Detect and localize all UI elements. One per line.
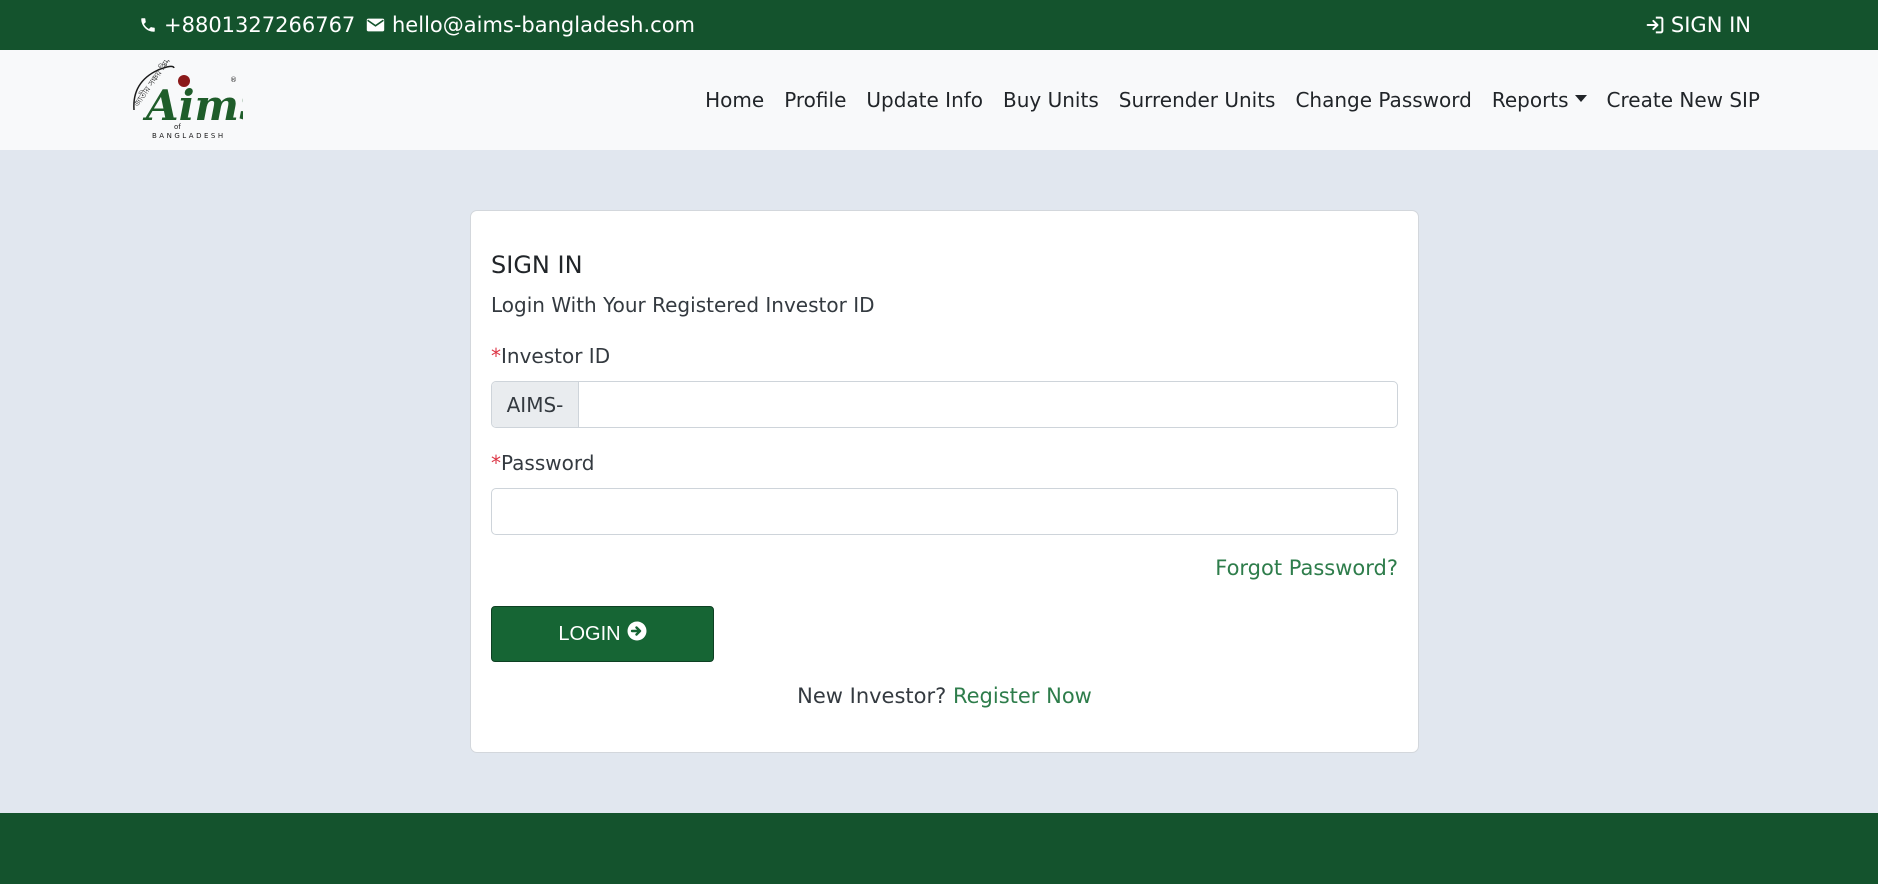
nav-profile[interactable]: Profile <box>784 88 846 112</box>
main-navbar: জাতীয় সঞ্চয় স্কিম AimS ® of BANGLADESH… <box>0 50 1878 150</box>
nav-surrender-units[interactable]: Surrender Units <box>1119 88 1276 112</box>
phone-icon <box>139 16 157 34</box>
nav-change-password[interactable]: Change Password <box>1295 88 1471 112</box>
phone-contact: +8801327266767 <box>139 0 355 50</box>
arrow-circle-right-icon <box>627 621 647 647</box>
nav-menu: Home Profile Update Info Buy Units Surre… <box>705 50 1760 150</box>
password-label-text: Password <box>501 451 595 475</box>
password-label: *Password <box>491 451 594 475</box>
register-now-link[interactable]: Register Now <box>953 684 1092 708</box>
required-mark: * <box>491 344 501 368</box>
nav-reports-dropdown[interactable]: Reports <box>1492 88 1587 112</box>
investor-id-input[interactable] <box>579 382 1397 427</box>
signin-subtitle: Login With Your Registered Investor ID <box>491 293 875 317</box>
nav-home[interactable]: Home <box>705 88 764 112</box>
nav-update-info[interactable]: Update Info <box>866 88 983 112</box>
aims-logo[interactable]: জাতীয় সঞ্চয় স্কিম AimS ® of BANGLADESH <box>128 55 270 140</box>
caret-down-icon <box>1574 94 1587 102</box>
password-input[interactable] <box>491 488 1398 535</box>
top-signin-label: SIGN IN <box>1670 13 1751 37</box>
investor-id-input-group: AIMS- <box>491 381 1398 428</box>
investor-id-prefix: AIMS- <box>492 382 579 427</box>
top-contact-bar: +8801327266767 hello@aims-bangladesh.com… <box>0 0 1878 50</box>
top-signin-link[interactable]: SIGN IN <box>1645 0 1751 50</box>
investor-id-label-text: Investor ID <box>501 344 611 368</box>
new-investor-text: New Investor? <box>797 684 947 708</box>
logo-registered-mark: ® <box>230 76 237 84</box>
nav-create-new-sip[interactable]: Create New SIP <box>1607 88 1760 112</box>
logo-brand-text: AimS <box>142 81 243 130</box>
forgot-password-link[interactable]: Forgot Password? <box>1215 556 1398 580</box>
logo-of-text: of <box>174 123 181 131</box>
register-prompt: New Investor? Register Now <box>471 684 1418 708</box>
investor-id-label: *Investor ID <box>491 344 610 368</box>
phone-number: +8801327266767 <box>164 13 356 37</box>
login-button[interactable]: LOGIN <box>491 606 714 662</box>
email-contact: hello@aims-bangladesh.com <box>366 0 695 50</box>
required-mark: * <box>491 451 501 475</box>
footer <box>0 813 1878 884</box>
signin-card: SIGN IN Login With Your Registered Inves… <box>470 210 1419 753</box>
logo-country-text: BANGLADESH <box>152 132 226 140</box>
signin-title: SIGN IN <box>491 251 583 279</box>
nav-buy-units[interactable]: Buy Units <box>1003 88 1099 112</box>
envelope-icon <box>366 17 385 33</box>
nav-reports-label: Reports <box>1491 88 1569 112</box>
login-button-label: LOGIN <box>558 622 621 645</box>
email-address: hello@aims-bangladesh.com <box>392 13 695 37</box>
sign-in-icon <box>1645 16 1665 34</box>
